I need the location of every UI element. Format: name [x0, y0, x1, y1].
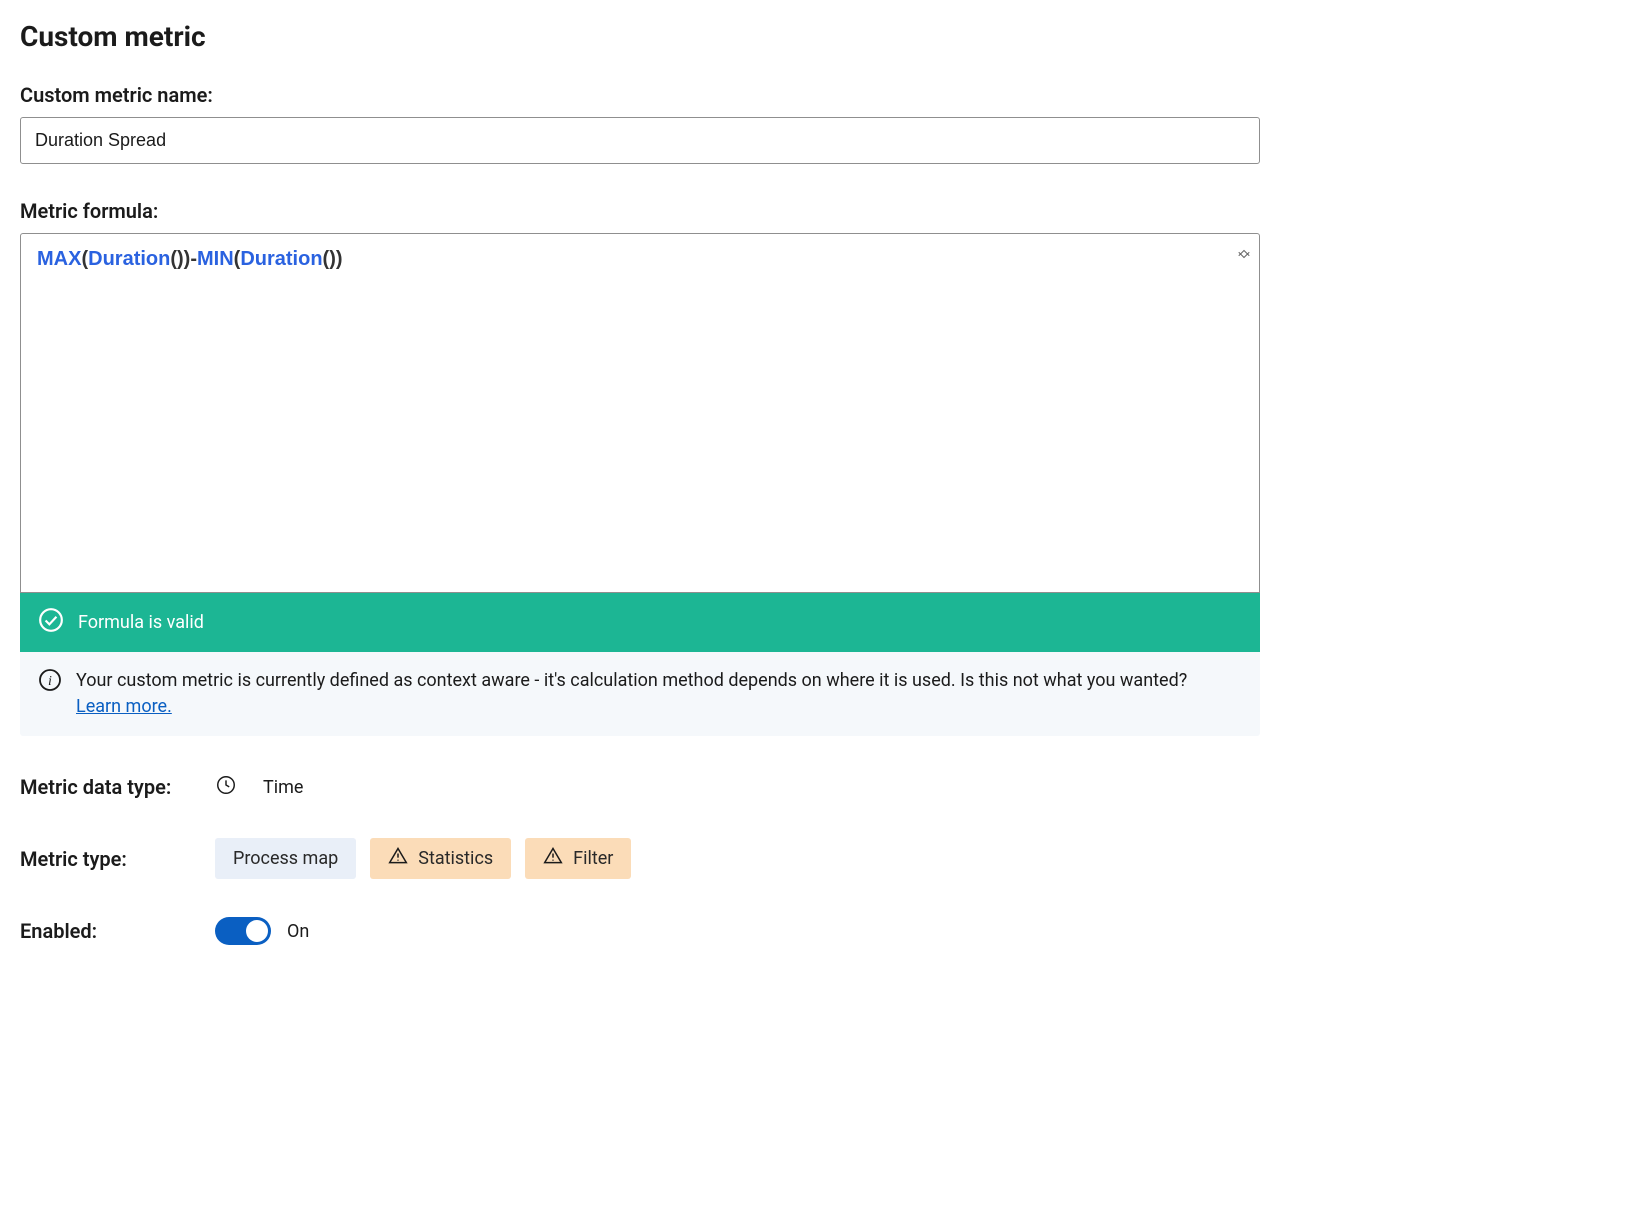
chip-process-map[interactable]: Process map	[215, 838, 356, 879]
data-type-value: Time	[263, 777, 303, 798]
formula-token: ())	[323, 248, 343, 270]
clock-icon	[215, 774, 237, 800]
formula-valid-banner: Formula is valid	[20, 593, 1260, 652]
chip-statistics[interactable]: Statistics	[370, 838, 511, 879]
formula-token: ())-	[170, 248, 197, 270]
metric-formula-label: Metric formula:	[20, 199, 1627, 223]
info-message-text: Your custom metric is currently defined …	[76, 670, 1187, 691]
svg-text:i: i	[48, 674, 52, 689]
metric-type-label: Metric type:	[20, 847, 195, 871]
chip-label: Process map	[233, 848, 338, 869]
learn-more-link[interactable]: Learn more.	[76, 696, 172, 717]
warning-icon	[543, 846, 563, 871]
enabled-label: Enabled:	[20, 919, 195, 943]
resize-handle-icon[interactable]	[1237, 244, 1251, 258]
formula-valid-text: Formula is valid	[78, 612, 204, 633]
formula-token: Duration	[88, 248, 170, 270]
enabled-toggle[interactable]	[215, 917, 271, 945]
toggle-knob	[246, 920, 268, 942]
chip-filter[interactable]: Filter	[525, 838, 631, 879]
metric-name-input[interactable]	[20, 117, 1260, 164]
enabled-state-text: On	[287, 921, 309, 942]
formula-token: Duration	[240, 248, 322, 270]
page-title: Custom metric	[20, 20, 1627, 53]
warning-icon	[388, 846, 408, 871]
metric-formula-editor[interactable]: MAX(Duration())-MIN(Duration())	[20, 233, 1260, 593]
context-aware-info-banner: i Your custom metric is currently define…	[20, 652, 1260, 736]
formula-token: MAX	[37, 248, 81, 270]
chip-label: Filter	[573, 848, 613, 869]
metric-name-label: Custom metric name:	[20, 83, 1627, 107]
formula-token: MIN	[197, 248, 234, 270]
info-icon: i	[38, 668, 62, 697]
data-type-label: Metric data type:	[20, 775, 195, 799]
check-circle-icon	[38, 607, 64, 638]
chip-label: Statistics	[418, 848, 493, 869]
